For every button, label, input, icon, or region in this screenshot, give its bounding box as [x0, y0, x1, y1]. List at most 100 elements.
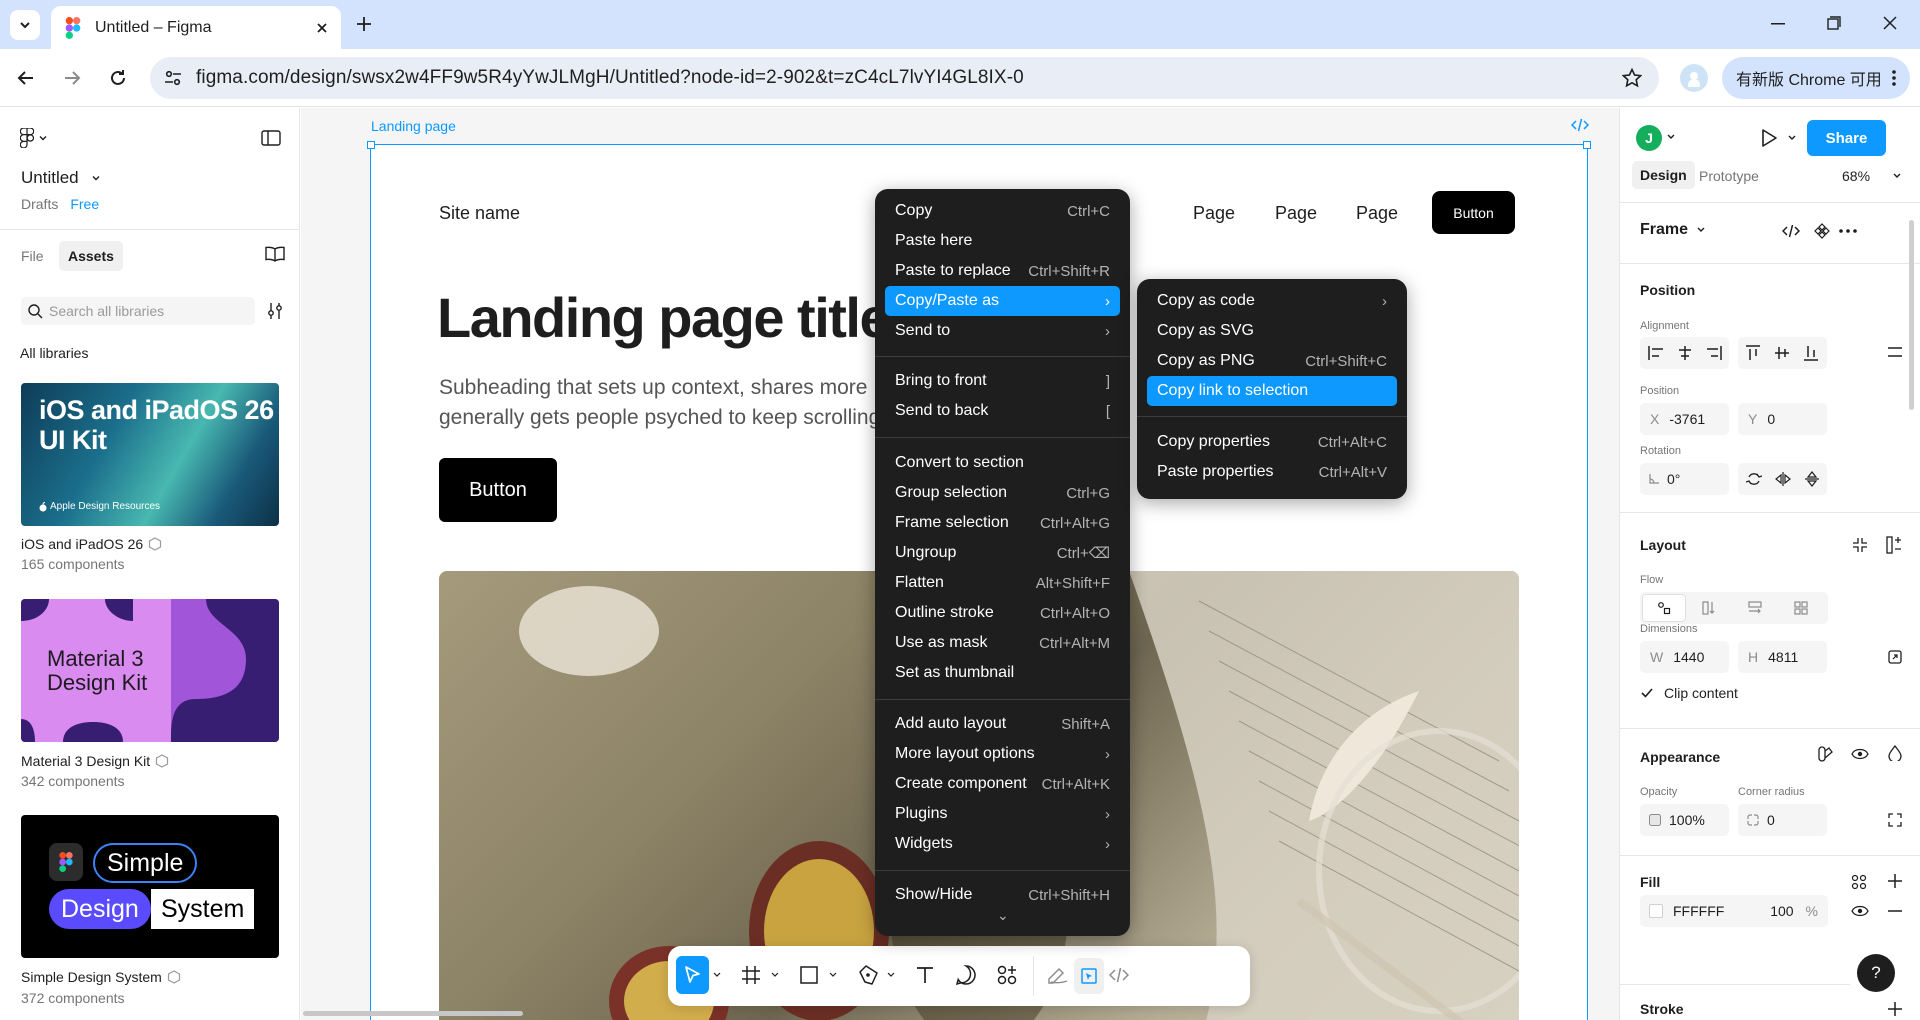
tab-prototype[interactable]: Prototype	[1699, 168, 1759, 184]
menu-item-convert-to-section[interactable]: Convert to section	[885, 448, 1120, 478]
y-position-field[interactable]: Y0	[1738, 403, 1827, 435]
nav-link-1[interactable]: Page	[1193, 203, 1235, 224]
add-fill-icon[interactable]	[1888, 874, 1902, 888]
text-tool-icon[interactable]	[915, 965, 935, 985]
align-middle-v-icon[interactable]	[1775, 345, 1789, 361]
chevron-down-icon[interactable]	[1666, 133, 1676, 141]
remove-fill-icon[interactable]	[1888, 910, 1902, 912]
frame-label[interactable]: Landing page	[371, 118, 456, 134]
drafts-link[interactable]: Drafts	[21, 196, 58, 212]
zoom-level[interactable]: 68%	[1842, 168, 1870, 184]
menu-item-paste-to-replace[interactable]: Paste to replace Ctrl+Shift+R	[885, 256, 1120, 286]
variable-mode-icon[interactable]	[1818, 746, 1834, 762]
menu-item-use-as-mask[interactable]: Use as mask Ctrl+Alt+M	[885, 628, 1120, 658]
component-icon[interactable]	[1814, 223, 1830, 239]
menu-item-bring-to-front[interactable]: Bring to front]	[885, 366, 1120, 396]
height-field[interactable]: H 4811	[1738, 641, 1827, 673]
resize-to-fit-icon[interactable]	[1888, 650, 1902, 664]
share-button[interactable]: Share	[1807, 120, 1886, 156]
menu-item-copy[interactable]: Copy Ctrl+C	[885, 196, 1120, 226]
align-right-icon[interactable]	[1706, 346, 1722, 360]
submenu-item-paste-properties[interactable]: Paste properties Ctrl+Alt+V	[1147, 457, 1397, 487]
back-icon[interactable]	[17, 69, 35, 87]
selection-handle-tl[interactable]	[367, 141, 375, 149]
code-icon[interactable]	[1782, 224, 1800, 238]
forward-icon[interactable]	[63, 69, 81, 87]
submenu-item-copy-as-png[interactable]: Copy as PNG Ctrl+Shift+C	[1147, 346, 1397, 376]
opacity-field[interactable]: 100%	[1640, 804, 1729, 836]
minimize-icon[interactable]	[1771, 23, 1785, 25]
menu-item-plugins[interactable]: Plugins ›	[885, 799, 1120, 829]
menu-item-widgets[interactable]: Widgets ›	[885, 829, 1120, 859]
x-position-field[interactable]: X -3761	[1640, 403, 1729, 435]
tab-design[interactable]: Design	[1632, 161, 1695, 189]
visibility-eye-icon[interactable]	[1851, 748, 1869, 760]
chrome-update-button[interactable]: 有新版 Chrome 可用	[1722, 57, 1910, 99]
add-stroke-icon[interactable]	[1888, 1002, 1902, 1016]
pen-tool-icon[interactable]	[857, 964, 879, 986]
flow-vertical-icon[interactable]	[1702, 601, 1716, 615]
clip-content-checkbox[interactable]: Clip content	[1640, 685, 1738, 701]
nav-link-2[interactable]: Page	[1275, 203, 1317, 224]
width-field[interactable]: W 1440	[1640, 641, 1729, 673]
frame-tool-icon[interactable]	[741, 965, 761, 985]
panel-scrollbar[interactable]	[1909, 220, 1914, 410]
dev-mode-code-icon[interactable]	[1571, 118, 1589, 132]
new-tab-icon[interactable]	[356, 16, 372, 32]
more-options-icon[interactable]	[1839, 229, 1857, 233]
rectangle-tool-icon[interactable]	[799, 965, 819, 985]
submenu-item-copy-properties[interactable]: Copy properties Ctrl+Alt+C	[1147, 427, 1397, 457]
chevron-down-icon[interactable]	[887, 972, 895, 978]
menu-item-add-auto-layout[interactable]: Add auto layout Shift+A	[885, 709, 1120, 739]
tab-assets[interactable]: Assets	[59, 241, 123, 271]
flow-freeform-button[interactable]	[1642, 594, 1686, 622]
distribute-icon[interactable]	[1888, 345, 1902, 359]
layout-guide-icon[interactable]	[1886, 536, 1902, 554]
chevron-down-icon[interactable]	[1892, 172, 1902, 180]
menu-scroll-more-icon[interactable]: ⌄	[997, 907, 1009, 924]
menu-item-send-to[interactable]: Send to ›	[885, 316, 1120, 346]
profile-avatar[interactable]	[1680, 64, 1708, 92]
menu-item-more-layout-options[interactable]: More layout options ›	[885, 739, 1120, 769]
menu-item-flatten[interactable]: Flatten Alt+Shift+F	[885, 568, 1120, 598]
main-menu-button[interactable]	[20, 128, 48, 148]
fill-swatch[interactable]	[1649, 904, 1663, 918]
menu-item-create-component[interactable]: Create component Ctrl+Alt+K	[885, 769, 1120, 799]
submenu-item-copy-as-code[interactable]: Copy as code ›	[1147, 286, 1397, 316]
present-play-icon[interactable]	[1760, 128, 1778, 148]
align-bottom-icon[interactable]	[1804, 345, 1818, 361]
canvas-scrollbar[interactable]	[303, 1011, 523, 1016]
collapse-icon[interactable]	[1852, 537, 1868, 553]
menu-item-copy-paste-as[interactable]: Copy/Paste as ›	[885, 286, 1120, 316]
library-cover-ios[interactable]: iOS and iPadOS 26 UI Kit Apple Design Re…	[21, 383, 279, 526]
close-tab-icon[interactable]	[315, 21, 329, 35]
bookmark-star-icon[interactable]	[1622, 68, 1642, 88]
browser-tab[interactable]: Untitled – Figma	[51, 6, 341, 49]
help-button[interactable]: ?	[1857, 954, 1895, 992]
menu-item-group-selection[interactable]: Group selection Ctrl+G	[885, 478, 1120, 508]
chevron-down-icon[interactable]	[771, 972, 779, 978]
flow-grid-icon[interactable]	[1794, 601, 1808, 615]
tab-search-button[interactable]	[10, 10, 40, 40]
user-avatar[interactable]: J	[1636, 125, 1662, 151]
menu-item-frame-selection[interactable]: Frame selection Ctrl+Alt+G	[885, 508, 1120, 538]
styles-grid-icon[interactable]	[1851, 874, 1867, 890]
rotation-field[interactable]: 0°	[1640, 463, 1729, 495]
submenu-item-copy-link-to-selection[interactable]: Copy link to selection	[1147, 376, 1397, 406]
library-cover-material[interactable]: Material 3 Design Kit	[21, 599, 279, 742]
align-top-icon[interactable]	[1746, 345, 1760, 361]
rotate-icon[interactable]	[1746, 471, 1762, 487]
submenu-item-copy-as-svg[interactable]: Copy as SVG	[1147, 316, 1397, 346]
toggle-sidebar-icon[interactable]	[261, 130, 281, 146]
menu-item-show-hide[interactable]: Show/Hide Ctrl+Shift+H	[885, 880, 1120, 910]
more-vert-icon[interactable]	[1892, 70, 1896, 86]
library-cover-simple[interactable]: Simple Design System	[21, 815, 279, 958]
align-left-icon[interactable]	[1648, 346, 1664, 360]
reload-icon[interactable]	[108, 68, 128, 88]
chevron-down-icon[interactable]	[713, 972, 721, 978]
corner-radius-field[interactable]: 0	[1738, 804, 1827, 836]
menu-item-send-to-back[interactable]: Send to back [	[885, 396, 1120, 426]
menu-item-ungroup[interactable]: Ungroup Ctrl+⌫	[885, 538, 1120, 568]
file-title[interactable]: Untitled	[21, 168, 101, 188]
draw-mode-icon[interactable]	[1047, 965, 1069, 985]
